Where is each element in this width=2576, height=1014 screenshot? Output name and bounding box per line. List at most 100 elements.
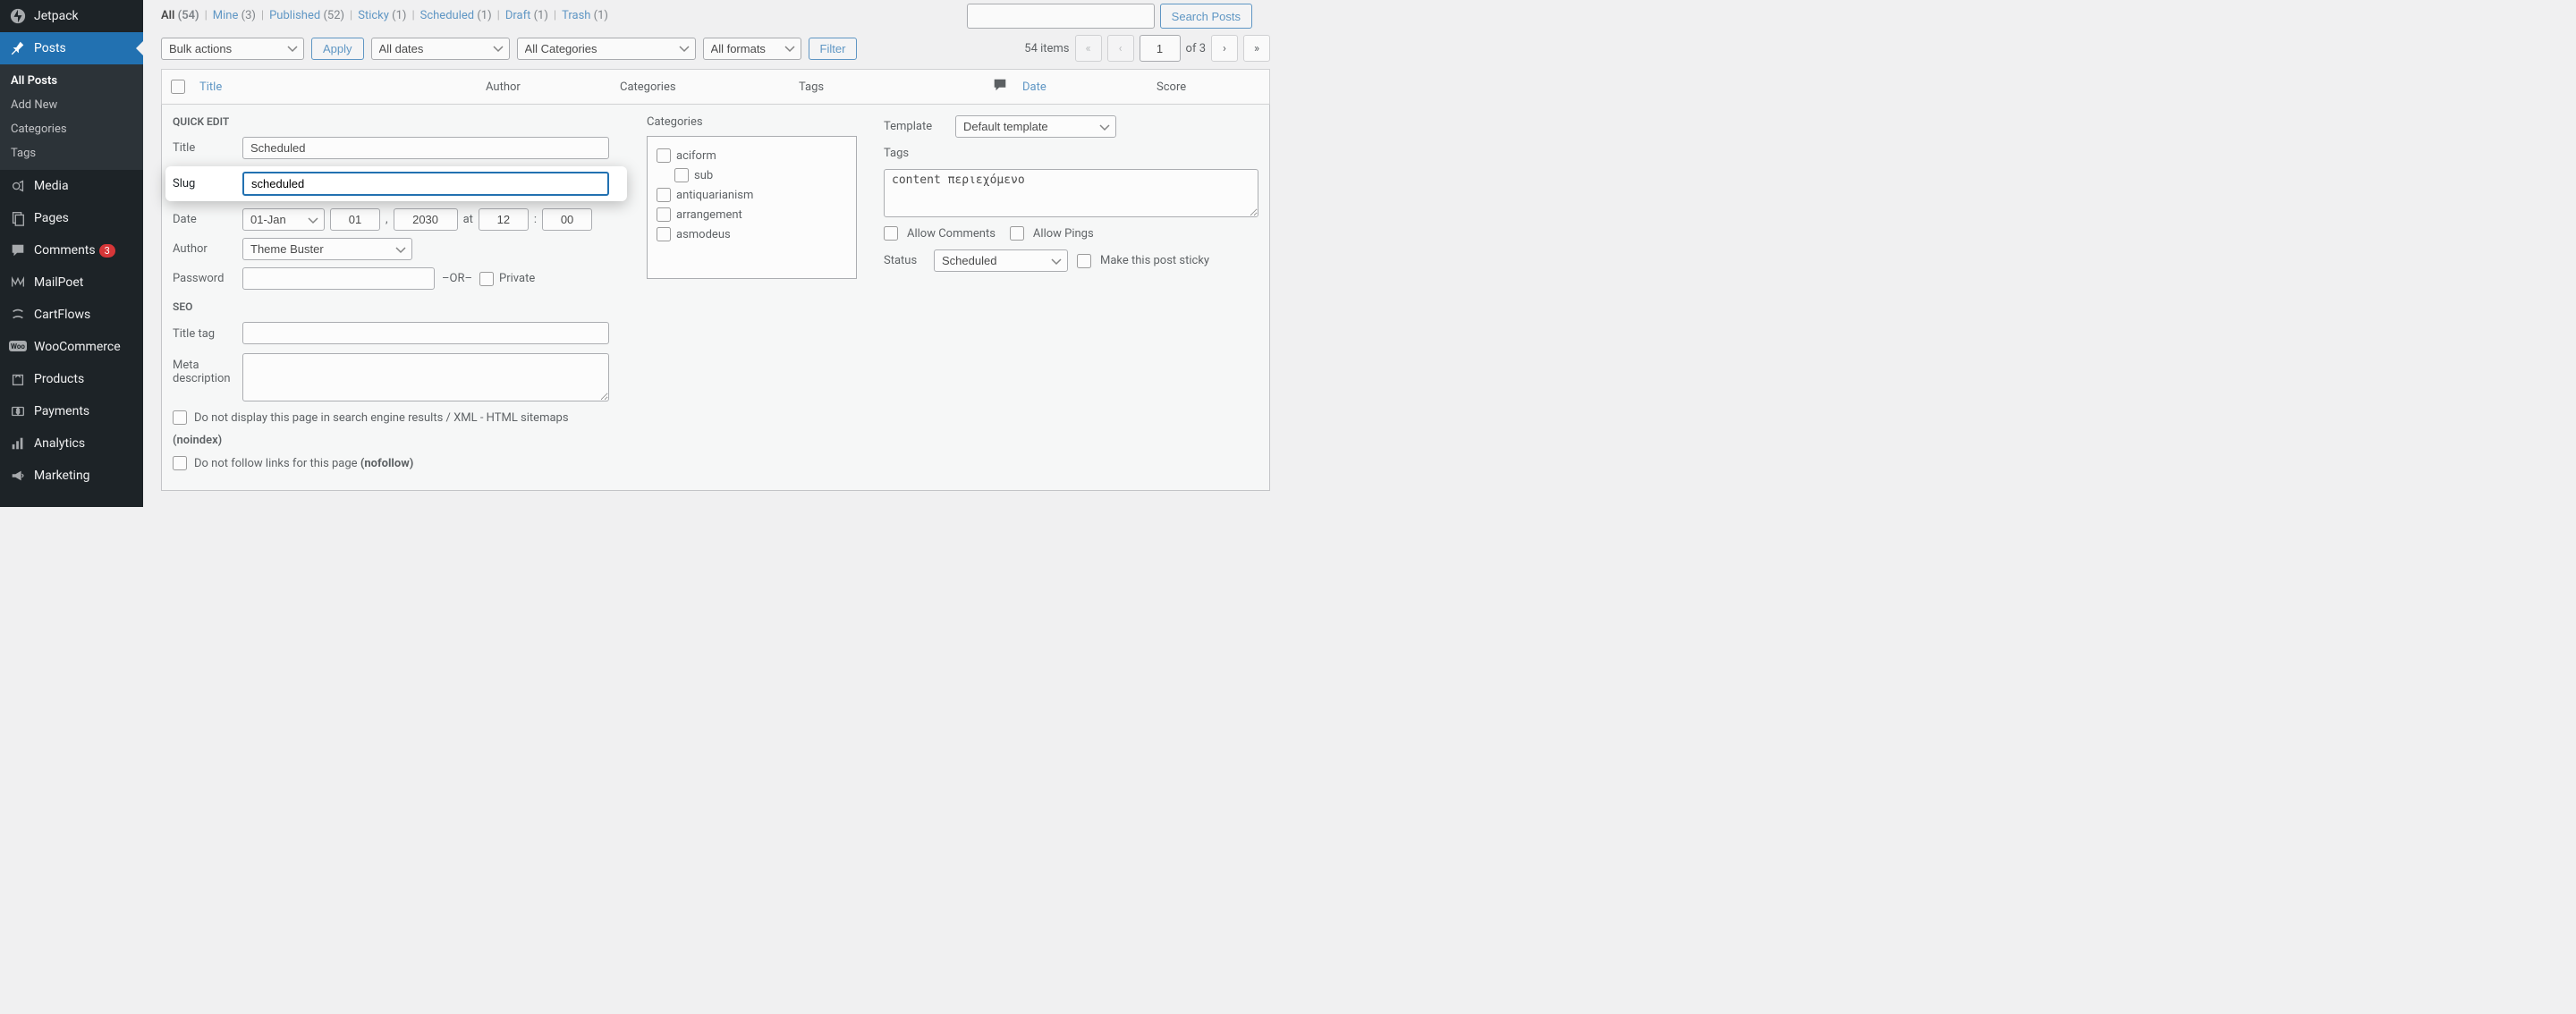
cat-checkbox[interactable] xyxy=(674,168,689,182)
filter-draft[interactable]: Draft (1) xyxy=(505,9,548,22)
filter-published[interactable]: Published (52) xyxy=(269,9,344,22)
toolbar: Bulk actions Apply All dates All Categor… xyxy=(161,31,1270,69)
qe-title-input[interactable] xyxy=(242,137,609,159)
sidebar-item-comments[interactable]: Comments 3 xyxy=(0,234,143,266)
seo-meta-desc-textarea[interactable] xyxy=(242,353,609,401)
col-date[interactable]: Date xyxy=(1022,80,1157,94)
filter-scheduled[interactable]: Scheduled (1) xyxy=(420,9,492,22)
mailpoet-icon xyxy=(9,274,27,292)
search-posts: Search Posts xyxy=(967,4,1252,29)
qe-slug-input[interactable] xyxy=(242,172,609,196)
products-icon xyxy=(9,370,27,388)
cat-item: aciform xyxy=(657,146,847,165)
search-input[interactable] xyxy=(967,4,1155,29)
sidebar-item-jetpack[interactable]: Jetpack xyxy=(0,0,143,32)
sidebar-sub-all-posts[interactable]: All Posts xyxy=(0,69,143,93)
quick-edit-panel: QUICK EDIT Title Slug Date 01-Jan , xyxy=(161,105,1270,491)
slug-row-highlight: Slug xyxy=(165,166,627,201)
qe-status-label: Status xyxy=(884,254,925,267)
sidebar-sub-tags[interactable]: Tags xyxy=(0,141,143,165)
sidebar-sub-add-new[interactable]: Add New xyxy=(0,93,143,117)
payments-icon: $ xyxy=(9,402,27,420)
comments-badge: 3 xyxy=(99,244,115,258)
sidebar-item-products[interactable]: Products xyxy=(0,363,143,395)
qe-author-label: Author xyxy=(173,242,242,256)
filter-trash[interactable]: Trash (1) xyxy=(562,9,608,22)
col-author: Author xyxy=(486,80,620,94)
seo-noindex-checkbox[interactable] xyxy=(173,410,187,425)
woo-icon: Woo xyxy=(9,338,27,356)
sidebar-item-cartflows[interactable]: CartFlows xyxy=(0,299,143,331)
qe-day-input[interactable] xyxy=(330,208,380,231)
qe-allow-comments-checkbox[interactable] xyxy=(884,226,898,241)
apply-button[interactable]: Apply xyxy=(311,38,364,60)
first-page-button[interactable]: « xyxy=(1075,35,1102,62)
cat-checkbox[interactable] xyxy=(657,207,671,222)
admin-sidebar: Jetpack Posts All Posts Add New Categori… xyxy=(0,0,143,507)
categories-select[interactable]: All Categories xyxy=(517,38,696,60)
sidebar-item-media[interactable]: Media xyxy=(0,170,143,202)
qe-allow-comments-label: Allow Comments xyxy=(907,227,996,241)
search-button[interactable]: Search Posts xyxy=(1160,4,1252,29)
qe-year-input[interactable] xyxy=(394,208,458,231)
qe-sticky-checkbox[interactable] xyxy=(1077,254,1091,268)
table-header: Title Author Categories Tags Date Score xyxy=(161,69,1270,105)
pagination: 54 items « ‹ of 3 › » xyxy=(1024,35,1270,62)
qe-title-label: Title xyxy=(173,141,242,155)
seo-title-tag-input[interactable] xyxy=(242,322,609,344)
formats-select[interactable]: All formats xyxy=(703,38,801,60)
filter-button[interactable]: Filter xyxy=(809,38,858,60)
prev-page-button[interactable]: ‹ xyxy=(1107,35,1134,62)
filter-sticky[interactable]: Sticky (1) xyxy=(358,9,406,22)
sidebar-sub-categories[interactable]: Categories xyxy=(0,117,143,141)
filter-mine[interactable]: Mine (3) xyxy=(213,9,256,22)
sidebar-label: Media xyxy=(34,179,69,193)
qe-tags-textarea[interactable] xyxy=(884,169,1258,217)
select-all-checkbox[interactable] xyxy=(171,80,185,94)
qe-tags-label: Tags xyxy=(884,147,1258,160)
seo-noindex-label: Do not display this page in search engin… xyxy=(194,411,569,425)
comment-icon xyxy=(9,241,27,259)
sidebar-item-analytics[interactable]: Analytics xyxy=(0,427,143,460)
filter-all[interactable]: All (54) xyxy=(161,9,199,22)
col-comments[interactable] xyxy=(978,77,1022,97)
sidebar-item-posts[interactable]: Posts xyxy=(0,32,143,64)
cat-checkbox[interactable] xyxy=(657,188,671,202)
qe-month-select[interactable]: 01-Jan xyxy=(242,208,325,231)
megaphone-icon xyxy=(9,467,27,485)
sidebar-item-marketing[interactable]: Marketing xyxy=(0,460,143,492)
qe-date-label: Date xyxy=(173,213,242,226)
qe-status-select[interactable]: Scheduled xyxy=(934,249,1068,272)
col-title[interactable]: Title xyxy=(199,80,486,94)
qe-allow-pings-checkbox[interactable] xyxy=(1010,226,1024,241)
last-page-button[interactable]: » xyxy=(1243,35,1270,62)
sidebar-label: Pages xyxy=(34,211,69,225)
qe-private-checkbox[interactable] xyxy=(479,272,494,286)
bulk-actions-select[interactable]: Bulk actions xyxy=(161,38,304,60)
qe-minute-input[interactable] xyxy=(542,208,592,231)
pin-icon xyxy=(9,39,27,57)
sidebar-item-woocommerce[interactable]: Woo WooCommerce xyxy=(0,331,143,363)
qe-template-select[interactable]: Default template xyxy=(955,115,1116,138)
qe-sticky-label: Make this post sticky xyxy=(1100,254,1209,267)
dates-select[interactable]: All dates xyxy=(371,38,510,60)
cat-checkbox[interactable] xyxy=(657,227,671,241)
next-page-button[interactable]: › xyxy=(1211,35,1238,62)
sidebar-label: Products xyxy=(34,372,84,386)
qe-password-input[interactable] xyxy=(242,267,435,290)
cat-checkbox[interactable] xyxy=(657,148,671,163)
page-input[interactable] xyxy=(1140,35,1181,62)
svg-text:Woo: Woo xyxy=(11,342,25,351)
qe-private-label: Private xyxy=(494,272,535,285)
qe-hour-input[interactable] xyxy=(479,208,529,231)
qe-categories-box[interactable]: aciform sub antiquarianism arrangement a… xyxy=(647,136,857,279)
sidebar-item-pages[interactable]: Pages xyxy=(0,202,143,234)
sidebar-item-payments[interactable]: $ Payments xyxy=(0,395,143,427)
qe-author-select[interactable]: Theme Buster xyxy=(242,238,412,260)
sidebar-item-mailpoet[interactable]: MailPoet xyxy=(0,266,143,299)
sidebar-label: MailPoet xyxy=(34,275,83,290)
seo-meta-desc-label: Meta description xyxy=(173,353,242,385)
qe-template-label: Template xyxy=(884,120,946,133)
svg-text:$: $ xyxy=(16,408,20,416)
seo-nofollow-checkbox[interactable] xyxy=(173,456,187,470)
